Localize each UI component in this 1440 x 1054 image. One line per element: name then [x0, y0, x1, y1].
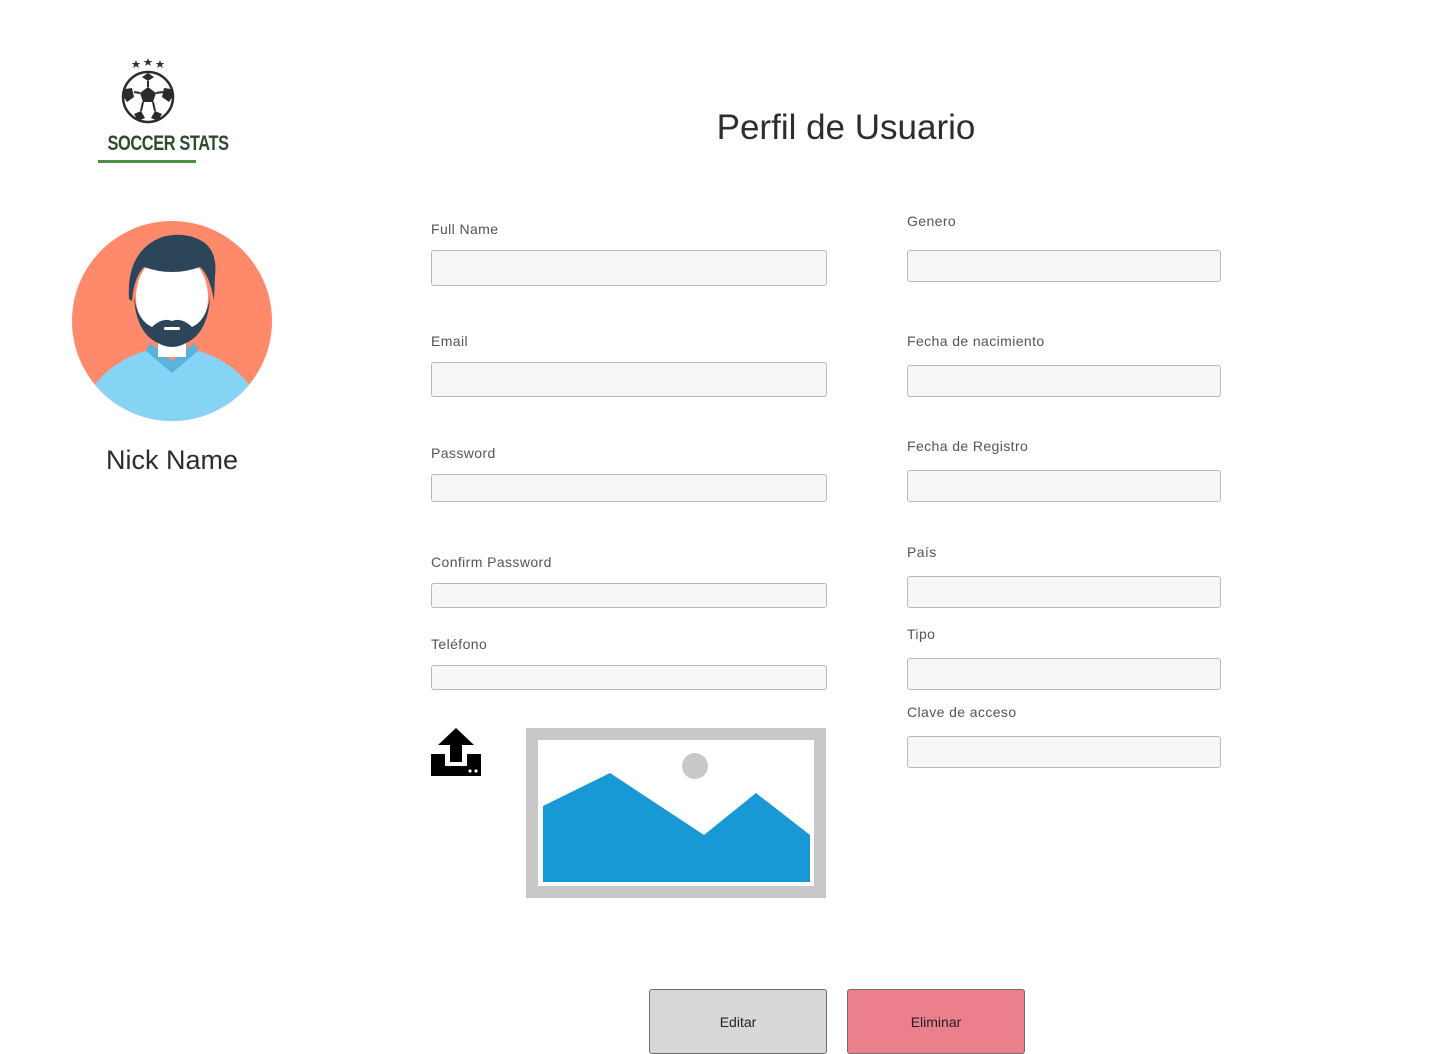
logo-text: SOCCER STATS [107, 132, 229, 155]
tipo-input[interactable] [907, 658, 1221, 690]
confirm-password-input[interactable] [431, 583, 827, 608]
fecha-registro-label: Fecha de Registro [907, 438, 1029, 454]
fecha-nacimiento-input[interactable] [907, 365, 1221, 397]
fecha-registro-input[interactable] [907, 470, 1221, 502]
upload-icon[interactable] [431, 728, 481, 776]
nickname-text: Nick Name [105, 445, 239, 475]
password-label: Password [431, 445, 496, 461]
password-input[interactable] [431, 474, 827, 502]
confirm-password-label: Confirm Password [431, 554, 552, 570]
pais-input[interactable] [907, 576, 1221, 608]
telefono-input[interactable] [431, 665, 827, 690]
pais-label: País [907, 544, 937, 560]
full-name-label: Full Name [431, 221, 499, 237]
page-title: Perfil de Usuario [716, 108, 976, 147]
soccer-stats-logo: SOCCER STATS [96, 56, 229, 168]
soccer-ball-icon [121, 58, 175, 124]
logo-underline [98, 160, 196, 163]
genero-label: Genero [907, 213, 957, 229]
edit-button[interactable]: Editar [649, 989, 827, 1054]
profile-page: SOCCER STATS Nick Name Perfil de Usuario… [0, 0, 1440, 1054]
clave-acceso-label: Clave de acceso [907, 704, 1017, 720]
email-label: Email [431, 333, 469, 349]
delete-button[interactable]: Eliminar [847, 989, 1025, 1054]
fecha-nacimiento-label: Fecha de nacimiento [907, 333, 1045, 349]
genero-input[interactable] [907, 250, 1221, 282]
image-placeholder-icon [526, 728, 826, 898]
tipo-label: Tipo [907, 626, 936, 642]
email-input[interactable] [431, 362, 827, 397]
clave-acceso-input[interactable] [907, 736, 1221, 768]
avatar [72, 221, 272, 421]
telefono-label: Teléfono [431, 636, 488, 652]
user-avatar-icon [72, 221, 272, 421]
full-name-input[interactable] [431, 250, 827, 286]
